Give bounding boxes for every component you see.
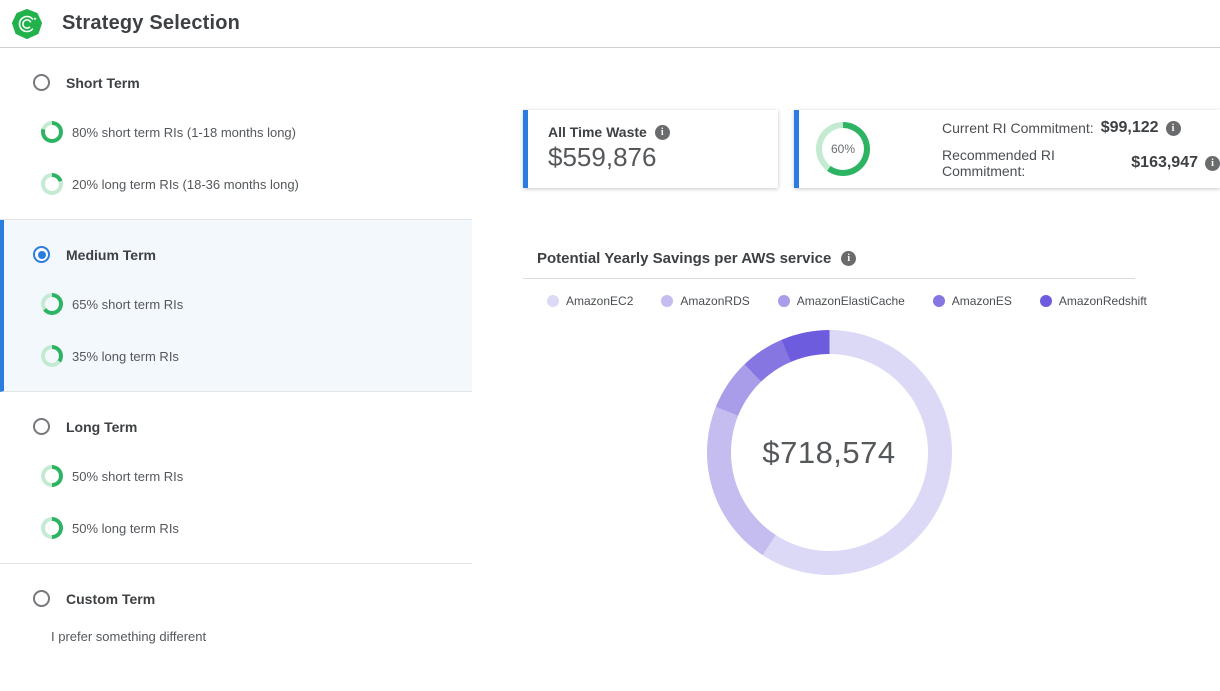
recommended-commitment-label: Recommended RI Commitment: xyxy=(942,147,1124,179)
cloudcheckr-logo-icon xyxy=(12,9,42,39)
recommended-commitment-row: Recommended RI Commitment: $163,947 i xyxy=(942,147,1220,179)
donut-center: $718,574 xyxy=(731,354,928,551)
main-content: Short Term 80% short term RIs (1-18 mont… xyxy=(0,48,1220,674)
strategy-label: Custom Term xyxy=(66,591,155,607)
allocation-ring-icon xyxy=(41,345,63,367)
allocation-ring-icon xyxy=(41,121,63,143)
ri-commitment-card: 60% Current RI Commitment: $99,122 i Rec… xyxy=(794,110,1220,188)
legend-label: AmazonES xyxy=(952,294,1012,308)
allocation-ring-icon xyxy=(41,517,63,539)
allocation-label: 50% short term RIs xyxy=(72,469,183,484)
legend-dot-icon xyxy=(1040,295,1052,307)
allocation-item: 35% long term RIs xyxy=(41,345,472,367)
radio-button[interactable] xyxy=(33,590,50,607)
all-time-waste-card: All Time Waste i $559,876 xyxy=(523,110,778,188)
info-icon[interactable]: i xyxy=(841,251,856,266)
recommended-commitment-value: $163,947 xyxy=(1131,154,1198,172)
savings-chart-title: Potential Yearly Savings per AWS service xyxy=(537,250,831,267)
allocation-item: 50% long term RIs xyxy=(41,517,472,539)
legend-item[interactable]: AmazonElastiCache xyxy=(778,294,905,308)
allocation-item: 80% short term RIs (1-18 months long) xyxy=(41,121,472,143)
info-icon[interactable]: i xyxy=(655,125,670,140)
all-time-waste-label: All Time Waste xyxy=(548,124,647,140)
radio-button[interactable] xyxy=(33,418,50,435)
allocation-item: 20% long term RIs (18-36 months long) xyxy=(41,173,472,195)
divider xyxy=(523,278,1135,279)
allocation-label: 50% long term RIs xyxy=(72,521,179,536)
legend-label: AmazonElastiCache xyxy=(797,294,905,308)
allocation-label: 80% short term RIs (1-18 months long) xyxy=(72,125,296,140)
commitment-progress-ring: 60% xyxy=(816,122,870,176)
legend-label: AmazonEC2 xyxy=(566,294,633,308)
app-header: Strategy Selection xyxy=(0,0,1220,48)
strategy-option-long-term[interactable]: Long Term 50% short term RIs 50% long te… xyxy=(0,392,472,564)
radio-button[interactable] xyxy=(33,246,50,263)
donut-center-total: $718,574 xyxy=(762,435,895,471)
radio-row: Custom Term xyxy=(33,590,472,607)
current-commitment-value: $99,122 xyxy=(1101,119,1159,137)
strategy-label: Short Term xyxy=(66,75,140,91)
strategy-panel: Short Term 80% short term RIs (1-18 mont… xyxy=(0,48,472,674)
page-title: Strategy Selection xyxy=(62,12,240,35)
strategy-label: Medium Term xyxy=(66,247,156,263)
strategy-option-short-term[interactable]: Short Term 80% short term RIs (1-18 mont… xyxy=(0,48,472,220)
allocation-label: 35% long term RIs xyxy=(72,349,179,364)
current-commitment-label: Current RI Commitment: xyxy=(942,120,1094,136)
legend-item[interactable]: AmazonEC2 xyxy=(547,294,633,308)
allocation-ring-icon xyxy=(41,465,63,487)
info-icon[interactable]: i xyxy=(1166,121,1181,136)
allocation-item: 50% short term RIs xyxy=(41,465,472,487)
legend-label: AmazonRDS xyxy=(680,294,749,308)
savings-chart-panel: Potential Yearly Savings per AWS service… xyxy=(523,250,1135,575)
right-column: All Time Waste i $559,876 60% Current RI… xyxy=(523,48,1220,575)
legend-item[interactable]: AmazonES xyxy=(933,294,1012,308)
allocation-label: 20% long term RIs (18-36 months long) xyxy=(72,177,299,192)
radio-row: Long Term xyxy=(33,418,472,435)
legend-dot-icon xyxy=(778,295,790,307)
radio-button[interactable] xyxy=(33,74,50,91)
custom-term-description: I prefer something different xyxy=(51,629,472,644)
all-time-waste-value: $559,876 xyxy=(548,142,778,173)
current-commitment-row: Current RI Commitment: $99,122 i xyxy=(942,119,1220,137)
legend-label: AmazonRedshift xyxy=(1059,294,1147,308)
strategy-label: Long Term xyxy=(66,419,137,435)
allocation-item: 65% short term RIs xyxy=(41,293,472,315)
legend-dot-icon xyxy=(933,295,945,307)
allocation-label: 65% short term RIs xyxy=(72,297,183,312)
legend-item[interactable]: AmazonRedshift xyxy=(1040,294,1147,308)
savings-donut-chart[interactable]: $718,574 xyxy=(707,330,952,575)
legend-item[interactable]: AmazonRDS xyxy=(661,294,749,308)
info-icon[interactable]: i xyxy=(1205,156,1220,171)
strategy-option-custom-term[interactable]: Custom Term I prefer something different xyxy=(0,564,472,674)
allocation-ring-icon xyxy=(41,173,63,195)
commitment-ring-label: 60% xyxy=(822,128,864,170)
legend-dot-icon xyxy=(547,295,559,307)
chart-legend: AmazonEC2 AmazonRDS AmazonElastiCache Amazo… xyxy=(523,294,1135,308)
legend-dot-icon xyxy=(661,295,673,307)
strategy-option-medium-term[interactable]: Medium Term 65% short term RIs 35% long … xyxy=(0,220,472,392)
radio-row: Short Term xyxy=(33,74,472,91)
allocation-ring-icon xyxy=(41,293,63,315)
radio-row: Medium Term xyxy=(33,246,472,263)
summary-cards-row: All Time Waste i $559,876 60% Current RI… xyxy=(523,110,1220,188)
